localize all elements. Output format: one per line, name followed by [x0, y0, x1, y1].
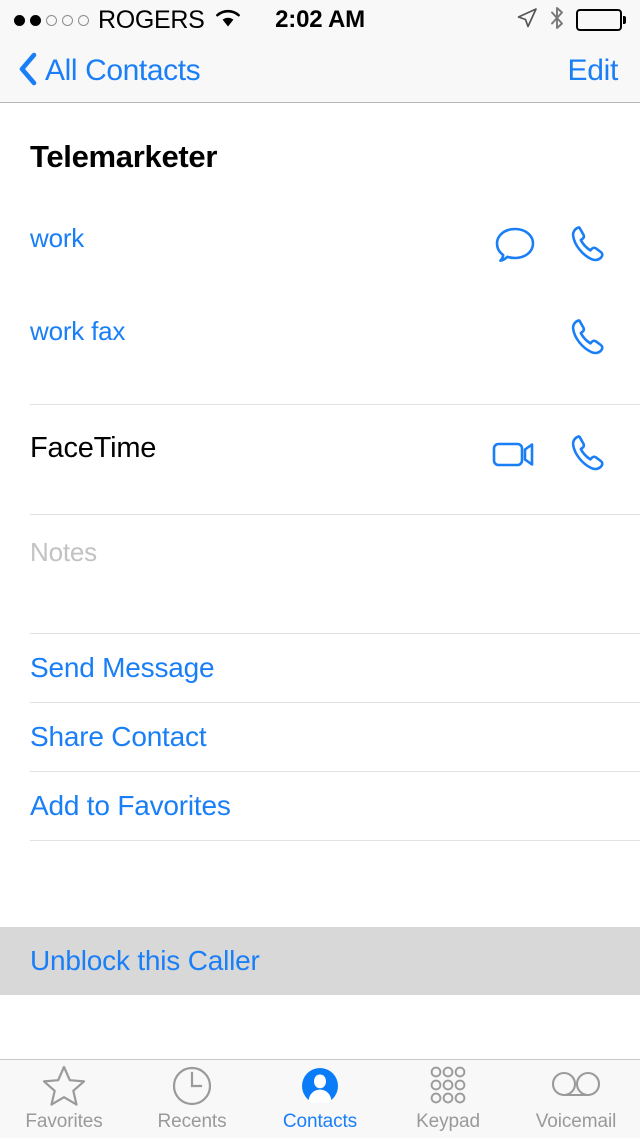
- signal-dot-empty: [62, 14, 73, 26]
- chevron-left-icon: [18, 52, 38, 91]
- notes-placeholder: Notes: [30, 537, 97, 567]
- phone-handset-icon[interactable]: [566, 223, 610, 267]
- facetime-actions: [490, 432, 616, 476]
- phone-handset-icon[interactable]: [566, 432, 610, 476]
- person-circle-icon: [298, 1065, 342, 1107]
- edit-button[interactable]: Edit: [568, 54, 619, 88]
- signal-strength-indicator: [14, 14, 89, 26]
- tab-recents[interactable]: Recents: [128, 1060, 256, 1138]
- message-bubble-icon[interactable]: [492, 224, 538, 266]
- back-button[interactable]: All Contacts: [18, 52, 201, 91]
- navigation-bar: All Contacts Edit: [0, 40, 640, 103]
- tab-label: Keypad: [416, 1111, 480, 1132]
- share-contact-button[interactable]: Share Contact: [0, 703, 640, 771]
- contact-field-actions: [492, 223, 616, 267]
- tab-contacts[interactable]: Contacts: [256, 1060, 384, 1138]
- status-bar: ROGERS 2:02 AM: [0, 0, 640, 40]
- contact-detail-screen: ROGERS 2:02 AM All Contacts Edit Telemar…: [0, 0, 640, 1138]
- contact-field-facetime[interactable]: FaceTime: [0, 432, 640, 488]
- contact-field-work-fax[interactable]: work fax: [0, 316, 640, 372]
- phone-handset-icon[interactable]: [566, 316, 610, 360]
- contact-field-label: work: [30, 223, 85, 253]
- battery-full-icon: [576, 9, 626, 31]
- add-to-favorites-button[interactable]: Add to Favorites: [0, 772, 640, 840]
- status-bar-left: ROGERS: [14, 7, 242, 33]
- clock-icon: [170, 1065, 214, 1107]
- contact-field-label: work fax: [30, 316, 126, 346]
- tab-keypad[interactable]: Keypad: [384, 1060, 512, 1138]
- send-message-button[interactable]: Send Message: [0, 634, 640, 702]
- contact-name: Telemarketer: [30, 139, 218, 174]
- bluetooth-icon: [549, 6, 565, 35]
- back-button-label: All Contacts: [45, 54, 201, 87]
- signal-dot-empty: [78, 14, 89, 26]
- signal-dot-filled: [30, 14, 41, 26]
- signal-dot-empty: [46, 14, 57, 26]
- contact-field-work[interactable]: work: [0, 223, 640, 279]
- wifi-icon: [214, 7, 242, 33]
- star-icon: [41, 1065, 87, 1107]
- tab-bar: Favorites Recents Contacts Keypad Voicem…: [0, 1059, 640, 1138]
- tab-label: Favorites: [25, 1111, 103, 1132]
- contact-field-actions: [566, 316, 616, 360]
- status-bar-right: [516, 6, 626, 35]
- tab-label: Recents: [157, 1111, 227, 1132]
- tab-label: Contacts: [282, 1111, 358, 1132]
- location-arrow-icon: [516, 7, 538, 34]
- facetime-label: FaceTime: [30, 432, 157, 464]
- tab-voicemail[interactable]: Voicemail: [512, 1060, 640, 1138]
- action-divider: [30, 840, 640, 841]
- tab-favorites[interactable]: Favorites: [0, 1060, 128, 1138]
- notes-field[interactable]: Notes: [0, 515, 640, 633]
- video-camera-icon[interactable]: [490, 437, 538, 471]
- unblock-caller-button[interactable]: Unblock this Caller: [0, 927, 640, 995]
- carrier-label: ROGERS: [98, 5, 205, 34]
- voicemail-icon: [550, 1065, 602, 1107]
- signal-dot-filled: [14, 14, 25, 26]
- keypad-grid-icon: [425, 1065, 471, 1107]
- tab-label: Voicemail: [535, 1111, 617, 1132]
- section-divider: [30, 404, 640, 405]
- contact-content: Telemarketer work work fax FaceTime Note…: [0, 103, 640, 1059]
